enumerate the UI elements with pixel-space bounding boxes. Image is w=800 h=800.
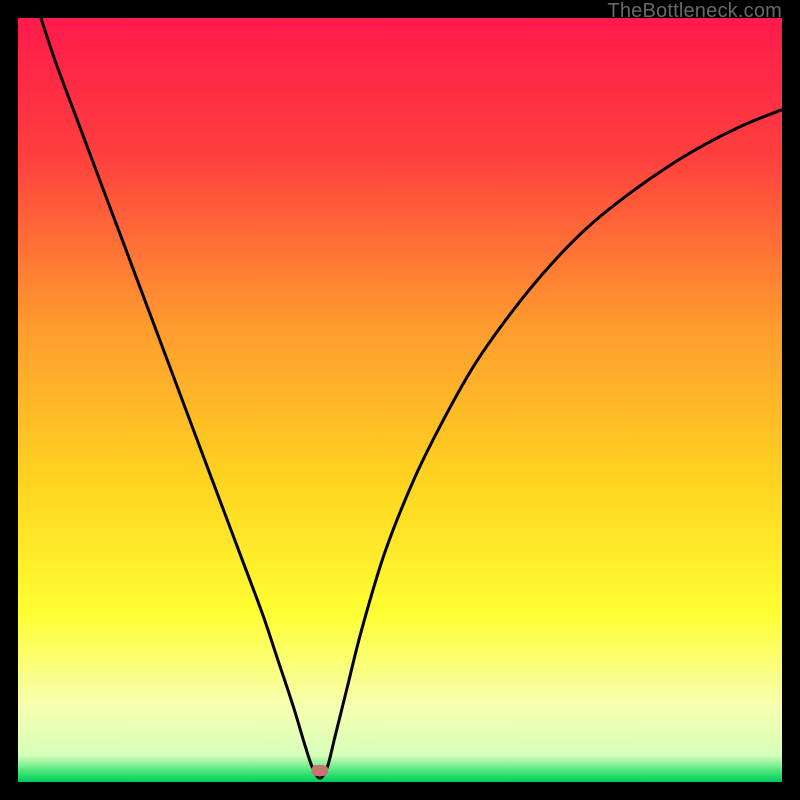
chart-frame xyxy=(18,18,782,782)
optimal-marker xyxy=(311,765,328,776)
watermark-text: TheBottleneck.com xyxy=(607,0,782,23)
chart-svg xyxy=(18,18,782,782)
gradient-background xyxy=(18,18,782,782)
